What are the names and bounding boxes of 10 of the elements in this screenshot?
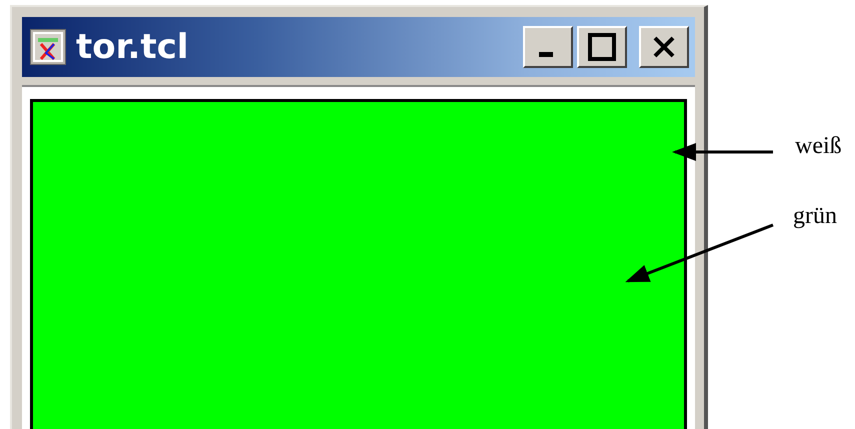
maximize-button[interactable]	[577, 26, 627, 68]
annotation-label: weiß	[795, 133, 842, 160]
app-icon	[30, 29, 66, 65]
close-button[interactable]	[639, 26, 689, 68]
minimize-button[interactable]	[523, 26, 573, 68]
window-title: tor.tcl	[76, 27, 190, 67]
minimize-icon	[539, 52, 553, 56]
annotation-label: grün	[793, 203, 837, 230]
maximize-icon	[587, 32, 617, 62]
close-icon	[652, 36, 676, 58]
